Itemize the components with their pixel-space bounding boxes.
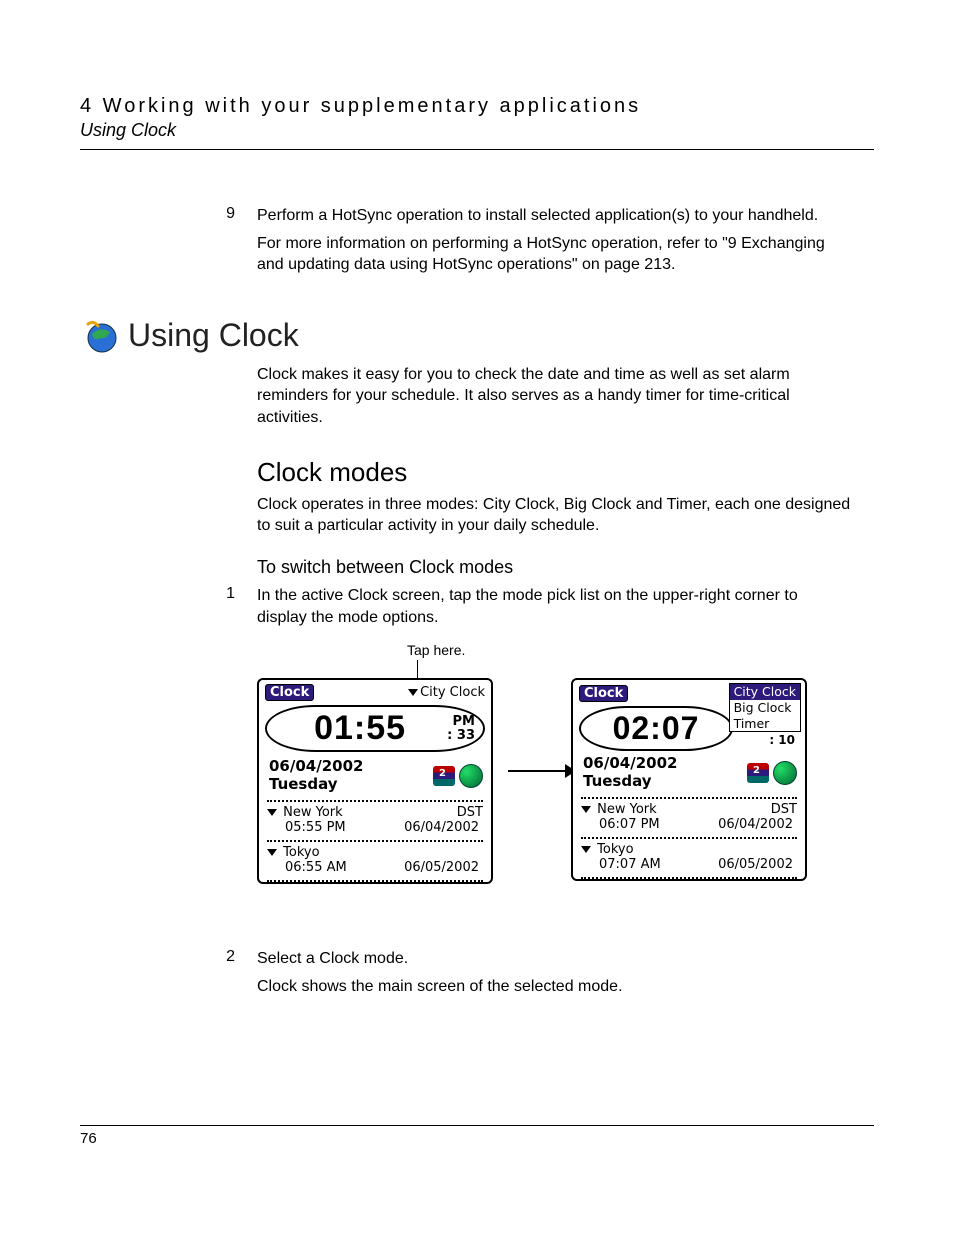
divider [581,837,797,839]
page-footer: 76 [80,1117,874,1147]
chapter-subtitle: Using Clock [80,120,874,141]
step-2: 2 Select a Clock mode. Clock shows the m… [80,948,874,997]
seconds-label: : 33 [447,729,475,743]
step-1: 1 In the active Clock screen, tap the mo… [80,585,874,628]
chevron-down-icon [408,689,418,696]
calendar-icon[interactable] [433,766,455,786]
section-heading-row: Using Clock [80,316,874,356]
city-time: 06:55 AM [285,860,347,875]
city-picklist[interactable]: New York [581,802,657,817]
divider [581,877,797,879]
city-time: 05:55 PM [285,820,346,835]
page: 4 Working with your supplementary applic… [0,0,954,998]
figure: Tap here. Clock City Clock 01:55 PM : 33 [257,648,874,928]
header-rule [80,149,874,150]
mode-menu-item[interactable]: Timer [730,716,800,732]
city-date: 06/05/2002 [404,860,479,875]
procedure-title: To switch between Clock modes [257,555,857,579]
city-time: 07:07 AM [599,857,661,872]
subsection-title: Clock modes [257,455,857,490]
time-value: 02:07 [587,710,725,747]
dow-value: Tuesday [583,773,677,790]
chevron-down-icon [581,806,591,813]
arrow-line [508,770,568,772]
step-9: 9 Perform a HotSync operation to install… [80,205,874,276]
app-title-badge: Clock [579,685,628,702]
step-text: Perform a HotSync operation to install s… [257,205,837,227]
date-value: 06/04/2002 [583,755,677,772]
app-title-badge: Clock [265,684,314,701]
city-picklist[interactable]: Tokyo [581,842,634,857]
dst-label: DST [771,802,797,817]
calendar-icon[interactable] [747,763,769,783]
section-title: Using Clock [128,317,299,354]
city-row: New York DST 06:07 PM 06/04/2002 [573,802,805,834]
step-number: 9 [80,205,257,276]
step-number: 2 [80,948,257,997]
step-text: Select a Clock mode. [257,948,623,970]
step-text: For more information on performing a Hot… [257,233,837,276]
section-intro: Clock makes it easy for you to check the… [257,364,857,429]
divider [267,840,483,842]
mode-picklist[interactable]: City Clock [408,685,485,700]
mode-menu-item[interactable]: City Clock [730,684,800,700]
screenshot-right: Clock City Clock Big Clock Timer 02:07 :… [571,678,807,881]
city-picklist[interactable]: Tokyo [267,845,320,860]
divider [267,800,483,802]
city-date: 06/04/2002 [404,820,479,835]
divider [267,880,483,882]
time-display: 01:55 PM : 33 [265,705,485,752]
page-number: 76 [80,1130,874,1147]
city-date: 06/04/2002 [718,817,793,832]
dow-value: Tuesday [269,776,363,793]
globe-icon [80,316,120,356]
step-text: In the active Clock screen, tap the mode… [257,585,837,628]
city-row: New York DST 05:55 PM 06/04/2002 [259,805,491,837]
divider [581,797,797,799]
city-row: Tokyo 07:07 AM 06/05/2002 [573,842,805,874]
ampm-label: PM [447,715,475,729]
city-row: Tokyo 06:55 AM 06/05/2002 [259,845,491,877]
mode-menu[interactable]: City Clock Big Clock Timer [729,683,801,732]
city-time: 06:07 PM [599,817,660,832]
chapter-title: 4 Working with your supplementary applic… [80,95,874,118]
dst-label: DST [457,805,483,820]
date-value: 06/04/2002 [269,758,363,775]
time-value: 01:55 [273,709,447,748]
step-number: 1 [80,585,257,628]
time-display: 02:07 [579,706,733,751]
globe-icon[interactable] [459,764,483,788]
globe-icon[interactable] [773,761,797,785]
screenshot-left: Clock City Clock 01:55 PM : 33 06/04/200… [257,678,493,884]
step-text: Clock shows the main screen of the selec… [257,976,623,998]
callout-label: Tap here. [407,642,465,658]
mode-label: City Clock [420,685,485,700]
mode-menu-item[interactable]: Big Clock [730,700,800,716]
city-date: 06/05/2002 [718,857,793,872]
chevron-down-icon [581,846,591,853]
chevron-down-icon [267,809,277,816]
city-picklist[interactable]: New York [267,805,343,820]
chevron-down-icon [267,849,277,856]
subsection-intro: Clock operates in three modes: City Cloc… [257,494,857,537]
